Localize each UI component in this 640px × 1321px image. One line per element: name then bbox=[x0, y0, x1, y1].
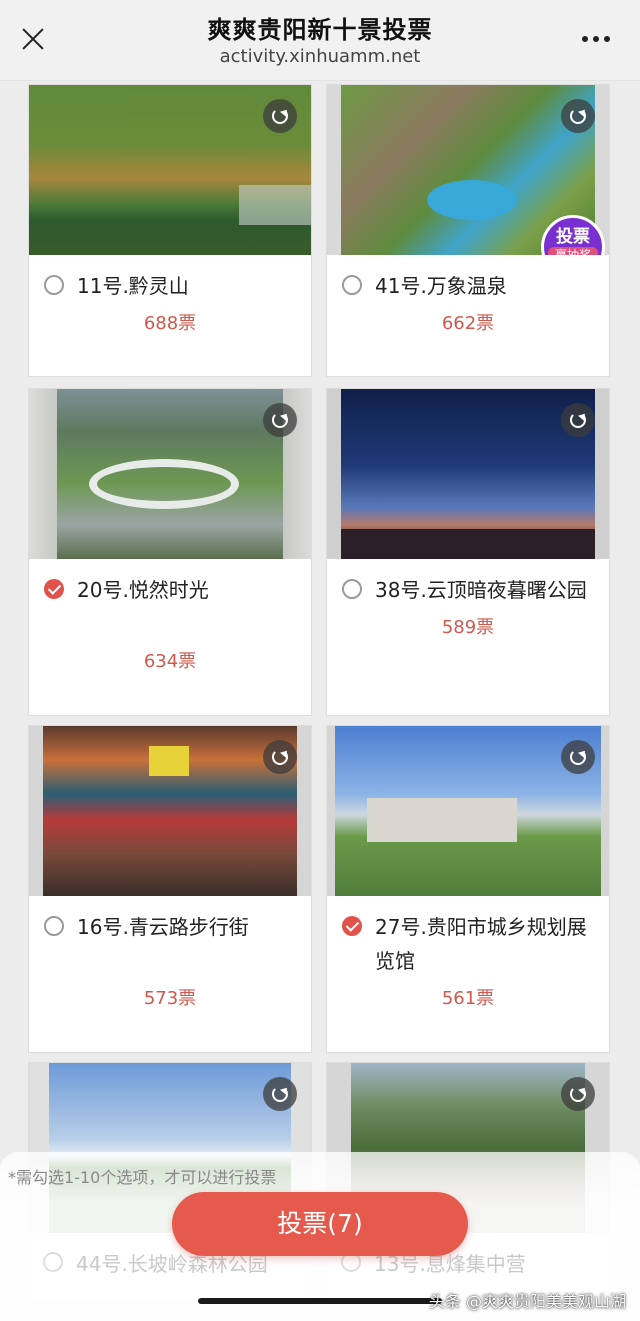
rotate-icon[interactable] bbox=[263, 403, 297, 437]
vote-button[interactable]: 投票(7) bbox=[172, 1192, 468, 1256]
option-radio-checked[interactable] bbox=[342, 916, 362, 936]
option-card[interactable]: 投票 赢抽奖 41号.万象温泉 662票 bbox=[326, 84, 610, 377]
option-card[interactable]: 11号.黔灵山 688票 bbox=[28, 84, 312, 377]
vote-count: 573票 bbox=[143, 988, 197, 1009]
option-card[interactable]: 27号.贵阳市城乡规划展览馆 561票 bbox=[326, 725, 610, 1053]
watermark: 头条 @爽爽贵阳美美观山湖 bbox=[428, 1292, 626, 1311]
option-name: 20号.悦然时光 bbox=[77, 578, 209, 602]
rotate-icon[interactable] bbox=[263, 1077, 297, 1111]
option-radio[interactable] bbox=[342, 275, 362, 295]
vote-count: 561票 bbox=[441, 988, 495, 1009]
rotate-icon[interactable] bbox=[263, 99, 297, 133]
rotate-icon[interactable] bbox=[561, 99, 595, 133]
rotate-icon[interactable] bbox=[561, 740, 595, 774]
scenic-photo bbox=[29, 85, 311, 255]
page-title: 爽爽贵阳新十景投票 bbox=[207, 16, 433, 44]
rotate-icon[interactable] bbox=[561, 403, 595, 437]
option-radio-checked[interactable] bbox=[44, 579, 64, 599]
option-name: 11号.黔灵山 bbox=[77, 274, 189, 298]
option-radio[interactable] bbox=[342, 579, 362, 599]
scenic-photo: 投票 赢抽奖 bbox=[327, 85, 609, 255]
option-radio[interactable] bbox=[44, 275, 64, 295]
rotate-icon[interactable] bbox=[561, 1077, 595, 1111]
home-indicator[interactable] bbox=[198, 1298, 442, 1304]
option-name: 41号.万象温泉 bbox=[375, 274, 507, 298]
option-card[interactable]: 20号.悦然时光 634票 bbox=[28, 388, 312, 716]
option-card[interactable]: 38号.云顶暗夜暮曙公园 589票 bbox=[326, 388, 610, 716]
badge-line-1: 投票 bbox=[556, 227, 590, 247]
selection-hint: *需勾选1-10个选项，才可以进行投票 bbox=[8, 1168, 277, 1187]
scenic-photo bbox=[29, 726, 311, 896]
badge-line-2: 赢抽奖 bbox=[548, 247, 598, 255]
option-radio[interactable] bbox=[43, 1252, 63, 1272]
vote-count: 634票 bbox=[143, 651, 197, 672]
option-radio[interactable] bbox=[44, 916, 64, 936]
vote-count: 662票 bbox=[441, 313, 495, 334]
option-name: 27号.贵阳市城乡规划展览馆 bbox=[375, 915, 587, 973]
vote-count: 589票 bbox=[441, 617, 495, 638]
scenic-photo bbox=[327, 726, 609, 896]
rotate-icon[interactable] bbox=[263, 740, 297, 774]
option-card[interactable]: 16号.青云路步行街 573票 bbox=[28, 725, 312, 1053]
top-bar: 爽爽贵阳新十景投票 activity.xinhuamm.net bbox=[0, 0, 640, 81]
option-name: 38号.云顶暗夜暮曙公园 bbox=[375, 578, 587, 602]
vote-count: 688票 bbox=[143, 313, 197, 334]
more-options-icon[interactable] bbox=[580, 36, 612, 44]
page-url: activity.xinhuamm.net bbox=[219, 46, 421, 67]
option-name: 16号.青云路步行街 bbox=[77, 915, 249, 939]
vote-panel: *需勾选1-10个选项，才可以进行投票 44号.长坡岭森林公园 13号.息烽集中… bbox=[0, 1152, 640, 1321]
scenic-photo bbox=[327, 389, 609, 559]
scenic-photo bbox=[29, 389, 311, 559]
